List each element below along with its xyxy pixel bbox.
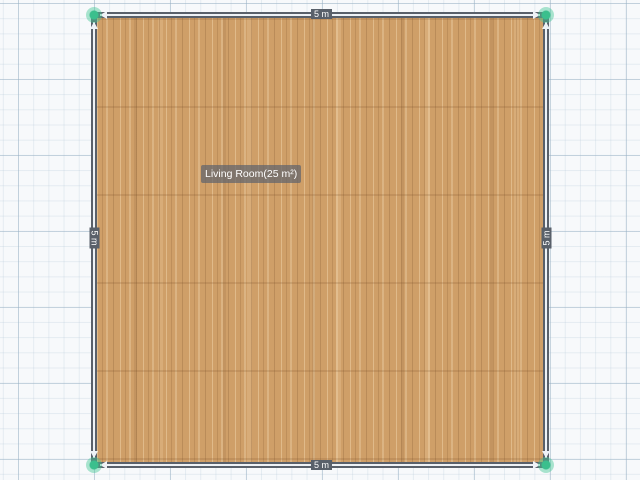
dimension-label-bottom: 5 m: [311, 460, 333, 470]
dimension-label-right: 5 m: [541, 227, 552, 249]
corner-handle-icon[interactable]: [538, 7, 554, 23]
arrow-up-icon: [542, 22, 550, 29]
corner-handle-icon[interactable]: [86, 457, 102, 473]
dimension-label-left: 5 m: [89, 227, 100, 249]
room-floor[interactable]: [97, 18, 543, 462]
arrow-up-icon: [90, 22, 98, 29]
room-label[interactable]: Living Room(25 m²): [201, 165, 302, 183]
corner-handle-icon[interactable]: [86, 7, 102, 23]
dimension-label-top: 5 m: [311, 9, 333, 19]
corner-handle-icon[interactable]: [538, 457, 554, 473]
